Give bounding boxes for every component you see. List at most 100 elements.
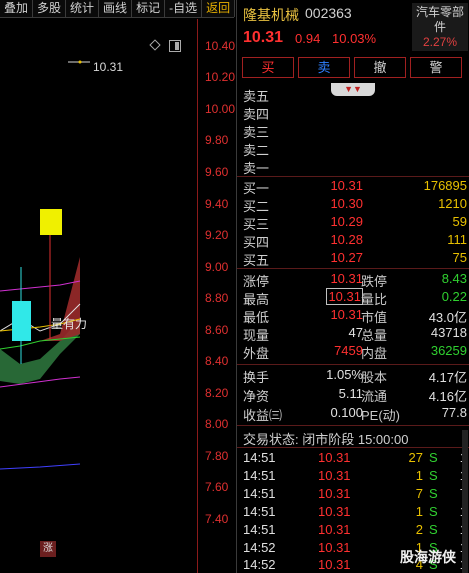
sector-box[interactable]: 汽车零部件 2.27% [412,3,468,51]
toolbar-draw-line[interactable]: 画线 [99,0,133,17]
toolbar-mark[interactable]: 标记 [132,0,166,17]
divider [237,447,469,448]
turnover-label: 换手 [243,370,270,385]
ask-label: 卖四 [243,107,270,122]
current-volume-label: 现量 [243,328,270,343]
tick-row: 14:51 10.31 27 S 1 [243,450,467,468]
quote-row: 换手 1.05% 股本 4.17亿 [243,367,467,385]
bid-label: 买四 [243,235,270,250]
tick-time: 14:51 [243,486,276,501]
y-tick-label: 7.40 [205,512,229,526]
total-volume-label: 总量 [361,328,388,343]
tick-time: 14:52 [243,540,276,555]
y-tick-label: 9.60 [205,165,229,179]
chart-canvas [0,60,90,470]
tick-time: 14:52 [243,557,276,572]
tick-volume: 1 [415,468,423,483]
tick-price: 10.31 [318,557,351,572]
ma-line-blue [0,463,81,470]
y-tick-label: 10.20 [205,70,236,84]
toolbar-statistics[interactable]: 统计 [66,0,100,17]
share-capital-value: 4.17亿 [428,370,467,385]
ma-line-magenta-upper [0,280,81,292]
tick-time: 14:51 [243,468,276,483]
sector-name: 汽车零部件 [415,5,464,34]
limit-down-label: 跌停 [361,274,388,289]
bid-row[interactable]: 买四 10.28 111 [243,232,467,250]
alert-button[interactable]: 警 [410,57,462,78]
trading-status: 交易状态: 闭市阶段 15:00:00 [243,432,409,447]
toolbar-overlay[interactable]: 叠加 [0,0,34,17]
tick-side: S [429,468,438,483]
stock-code: 002363 [305,5,352,21]
tick-volume: 7 [415,486,423,501]
low-label: 最低 [243,310,270,325]
toolbar-back[interactable]: 返回 [202,0,236,17]
tick-price: 10.31 [318,522,351,537]
cancel-order-button[interactable]: 撤 [354,57,406,78]
bid-volume: 1210 [438,196,467,211]
tick-volume: 2 [415,522,423,537]
limit-up-label: 涨停 [243,274,270,289]
y-axis-line [197,19,198,573]
divider [237,425,469,426]
ask-row[interactable]: 卖五 [243,86,467,104]
outer-volume-value: 7459 [334,343,363,358]
y-tick-label: 7.60 [205,480,229,494]
bid-row[interactable]: 买二 10.30 1210 [243,196,467,214]
quote-row: 外盘 7459 内盘 36259 [243,343,467,361]
buy-button[interactable]: 买 [242,57,294,78]
bid-volume: 176895 [423,178,467,193]
tick-price: 10.31 [318,450,351,465]
toolbar-multi-stock[interactable]: 多股 [33,0,67,17]
tick-time: 14:51 [243,504,276,519]
market-cap-value: 43.0亿 [428,310,467,325]
y-tick-label: 8.60 [205,323,229,337]
quote-row: 收益㈢ 0.100 PE(动) 77.8 [243,405,467,423]
tick-volume: 1 [415,504,423,519]
tick-scrollbar[interactable] [462,430,468,573]
ask-row[interactable]: 卖四 [243,104,467,122]
tick-side: S [429,522,438,537]
price-marker-label: 10.31 [93,60,124,74]
limit-up-value: 10.31 [330,271,363,286]
window-toggle-icon[interactable] [169,40,181,52]
bid-price: 10.30 [330,196,363,211]
tick-volume: 27 [408,450,423,465]
ask-row[interactable]: 卖一 [243,158,467,176]
bid-volume: 59 [452,214,467,229]
sell-button[interactable]: 卖 [298,57,350,78]
tick-side: S [429,504,438,519]
bid-row[interactable]: 买三 10.29 59 [243,214,467,232]
turnover-value: 1.05% [326,367,363,382]
bid-label: 买五 [243,253,270,268]
current-volume-value: 47 [348,325,363,340]
tick-time: 14:51 [243,450,276,465]
float-shares-value: 4.16亿 [428,389,467,404]
y-tick-label: 9.20 [205,228,229,242]
ask-row[interactable]: 卖三 [243,122,467,140]
y-tick-label: 8.40 [205,354,229,368]
net-asset-label: 净资 [243,389,270,404]
quote-row: 现量 47 总量 43718 [243,325,467,343]
eps-label: 收益㈢ [243,408,283,423]
market-cap-label: 市值 [361,310,388,325]
bid-volume: 75 [452,250,467,265]
quote-row: 最低 10.31 市值 43.0亿 [243,307,467,325]
sector-change-pct: 2.27% [422,35,458,49]
ask-row[interactable]: 卖二 [243,140,467,158]
toolbar-remove-watchlist[interactable]: -自选 [165,0,203,17]
total-volume-value: 43718 [430,325,467,340]
bid-label: 买三 [243,217,270,232]
low-value: 10.31 [330,307,363,322]
tick-price: 10.31 [318,468,351,483]
bid-row[interactable]: 买一 10.31 176895 [243,178,467,196]
limit-down-value: 8.43 [441,271,467,286]
watermark: 股海游侠 [400,549,456,565]
tick-side: S [429,486,438,501]
bid-price: 10.27 [330,250,363,265]
bid-row[interactable]: 买五 10.27 75 [243,250,467,268]
candlestick-chart[interactable] [0,19,234,573]
ask-label: 卖二 [243,143,270,158]
y-tick-label: 10.40 [205,39,236,53]
